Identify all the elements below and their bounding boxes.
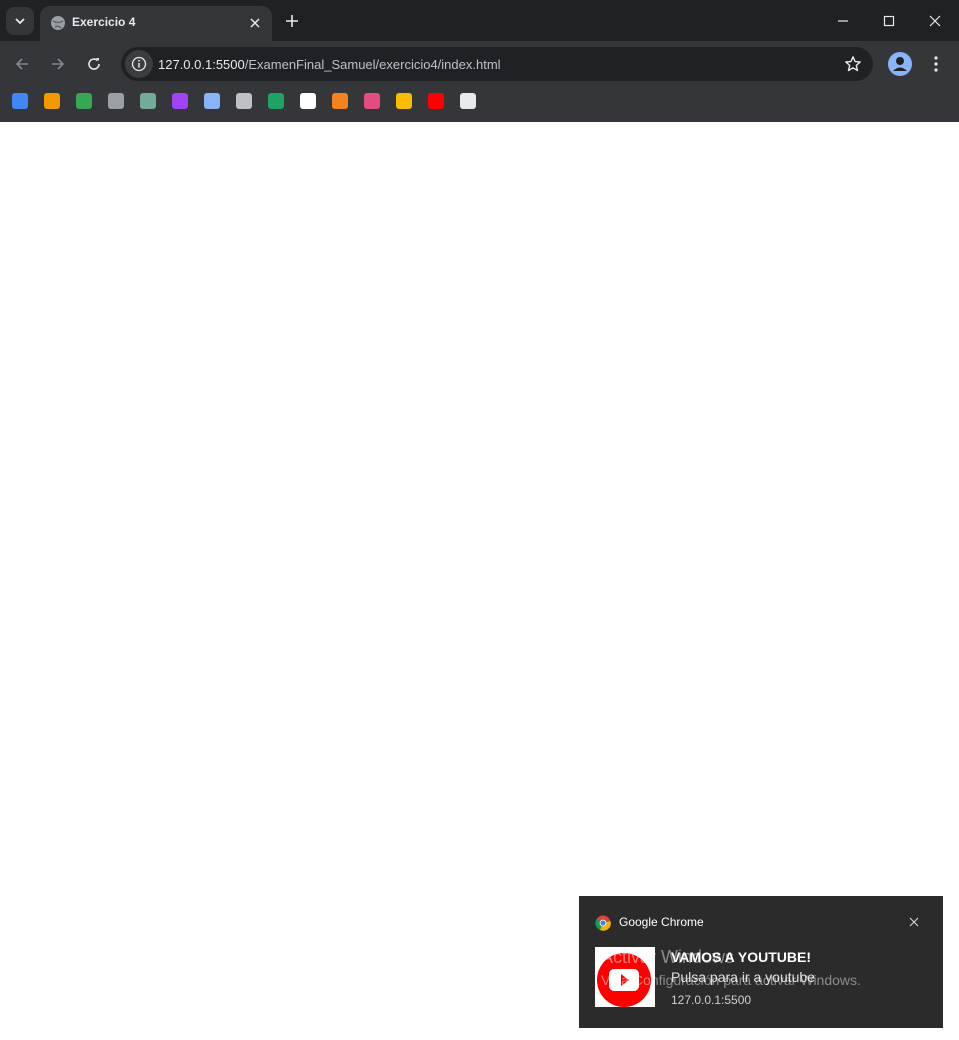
grid-icon[interactable]: [268, 93, 284, 109]
close-icon: [929, 15, 941, 26]
tab-search-button[interactable]: [6, 7, 34, 35]
maximize-button[interactable]: [866, 0, 912, 41]
url-host: 127.0.0.1:5500: [158, 57, 245, 72]
arrow-left-icon: [15, 58, 28, 70]
close-icon: [250, 18, 260, 28]
plus-icon: [286, 15, 298, 27]
browser-menu-button[interactable]: [926, 52, 946, 76]
star-icon: [845, 56, 861, 72]
site-info-button[interactable]: [125, 50, 153, 78]
more-vert-icon: [934, 56, 938, 72]
bookmark-star-button[interactable]: [843, 54, 863, 74]
notification-title: VAMOS A YOUTUBE!: [671, 949, 812, 965]
browser-window: Exercicio 4 127.0.0.1:5500/ExamenFinal_S…: [0, 0, 959, 122]
bookmarks-bar: [0, 87, 959, 122]
tab-title: Exercicio 4: [72, 15, 136, 29]
youtube-icon[interactable]: [428, 93, 444, 109]
notification-image: [595, 947, 655, 1007]
notification-body: Pulsa para ir a youtube: [671, 969, 815, 985]
notification-toast[interactable]: Google Chrome VAMOS A YOUTUBE! Pulsa par…: [579, 896, 943, 1028]
notification-close-button[interactable]: [905, 913, 923, 931]
person-icon: [893, 57, 907, 71]
in-icon[interactable]: [44, 93, 60, 109]
notification-origin: 127.0.0.1:5500: [671, 993, 752, 1007]
color-wheel-icon[interactable]: [364, 93, 380, 109]
address-bar[interactable]: 127.0.0.1:5500/ExamenFinal_Samuel/exerci…: [121, 47, 873, 81]
minimize-button[interactable]: [820, 0, 866, 41]
chatgpt-icon[interactable]: [140, 93, 156, 109]
c-icon[interactable]: [300, 93, 316, 109]
toolbar: 127.0.0.1:5500/ExamenFinal_Samuel/exerci…: [0, 41, 959, 87]
notification-app-name: Google Chrome: [619, 915, 704, 929]
tab-strip: Exercicio 4: [0, 0, 959, 41]
box-icon[interactable]: [332, 93, 348, 109]
url-path: /ExamenFinal_Samuel/exercicio4/index.htm…: [244, 57, 501, 72]
gemini-icon[interactable]: [204, 93, 220, 109]
google-icon[interactable]: [12, 93, 28, 109]
palette-icon[interactable]: [396, 93, 412, 109]
arrow-right-icon: [52, 58, 65, 70]
minimize-icon: [838, 19, 848, 22]
youtube-icon: [597, 953, 651, 1007]
tab-close-button[interactable]: [246, 14, 264, 32]
forward-button[interactable]: [43, 49, 73, 79]
chrome-icon: [595, 915, 611, 931]
globe-icon: [51, 16, 65, 30]
github-icon[interactable]: [108, 93, 124, 109]
g-icon[interactable]: [460, 93, 476, 109]
globe-icon[interactable]: [236, 93, 252, 109]
window-close-button[interactable]: [912, 0, 958, 41]
reload-button[interactable]: [79, 49, 109, 79]
close-icon: [909, 917, 919, 927]
reload-icon: [88, 58, 100, 70]
maximize-icon: [883, 15, 895, 26]
tab-active[interactable]: Exercicio 4: [40, 6, 272, 41]
back-button[interactable]: [7, 49, 37, 79]
info-icon: [131, 56, 147, 72]
url-text: 127.0.0.1:5500/ExamenFinal_Samuel/exerci…: [158, 57, 501, 72]
drive-icon[interactable]: [76, 93, 92, 109]
profile-avatar-button[interactable]: [888, 52, 912, 76]
new-tab-button[interactable]: [280, 9, 304, 33]
chevron-down-icon: [15, 18, 25, 25]
bot-icon[interactable]: [172, 93, 188, 109]
